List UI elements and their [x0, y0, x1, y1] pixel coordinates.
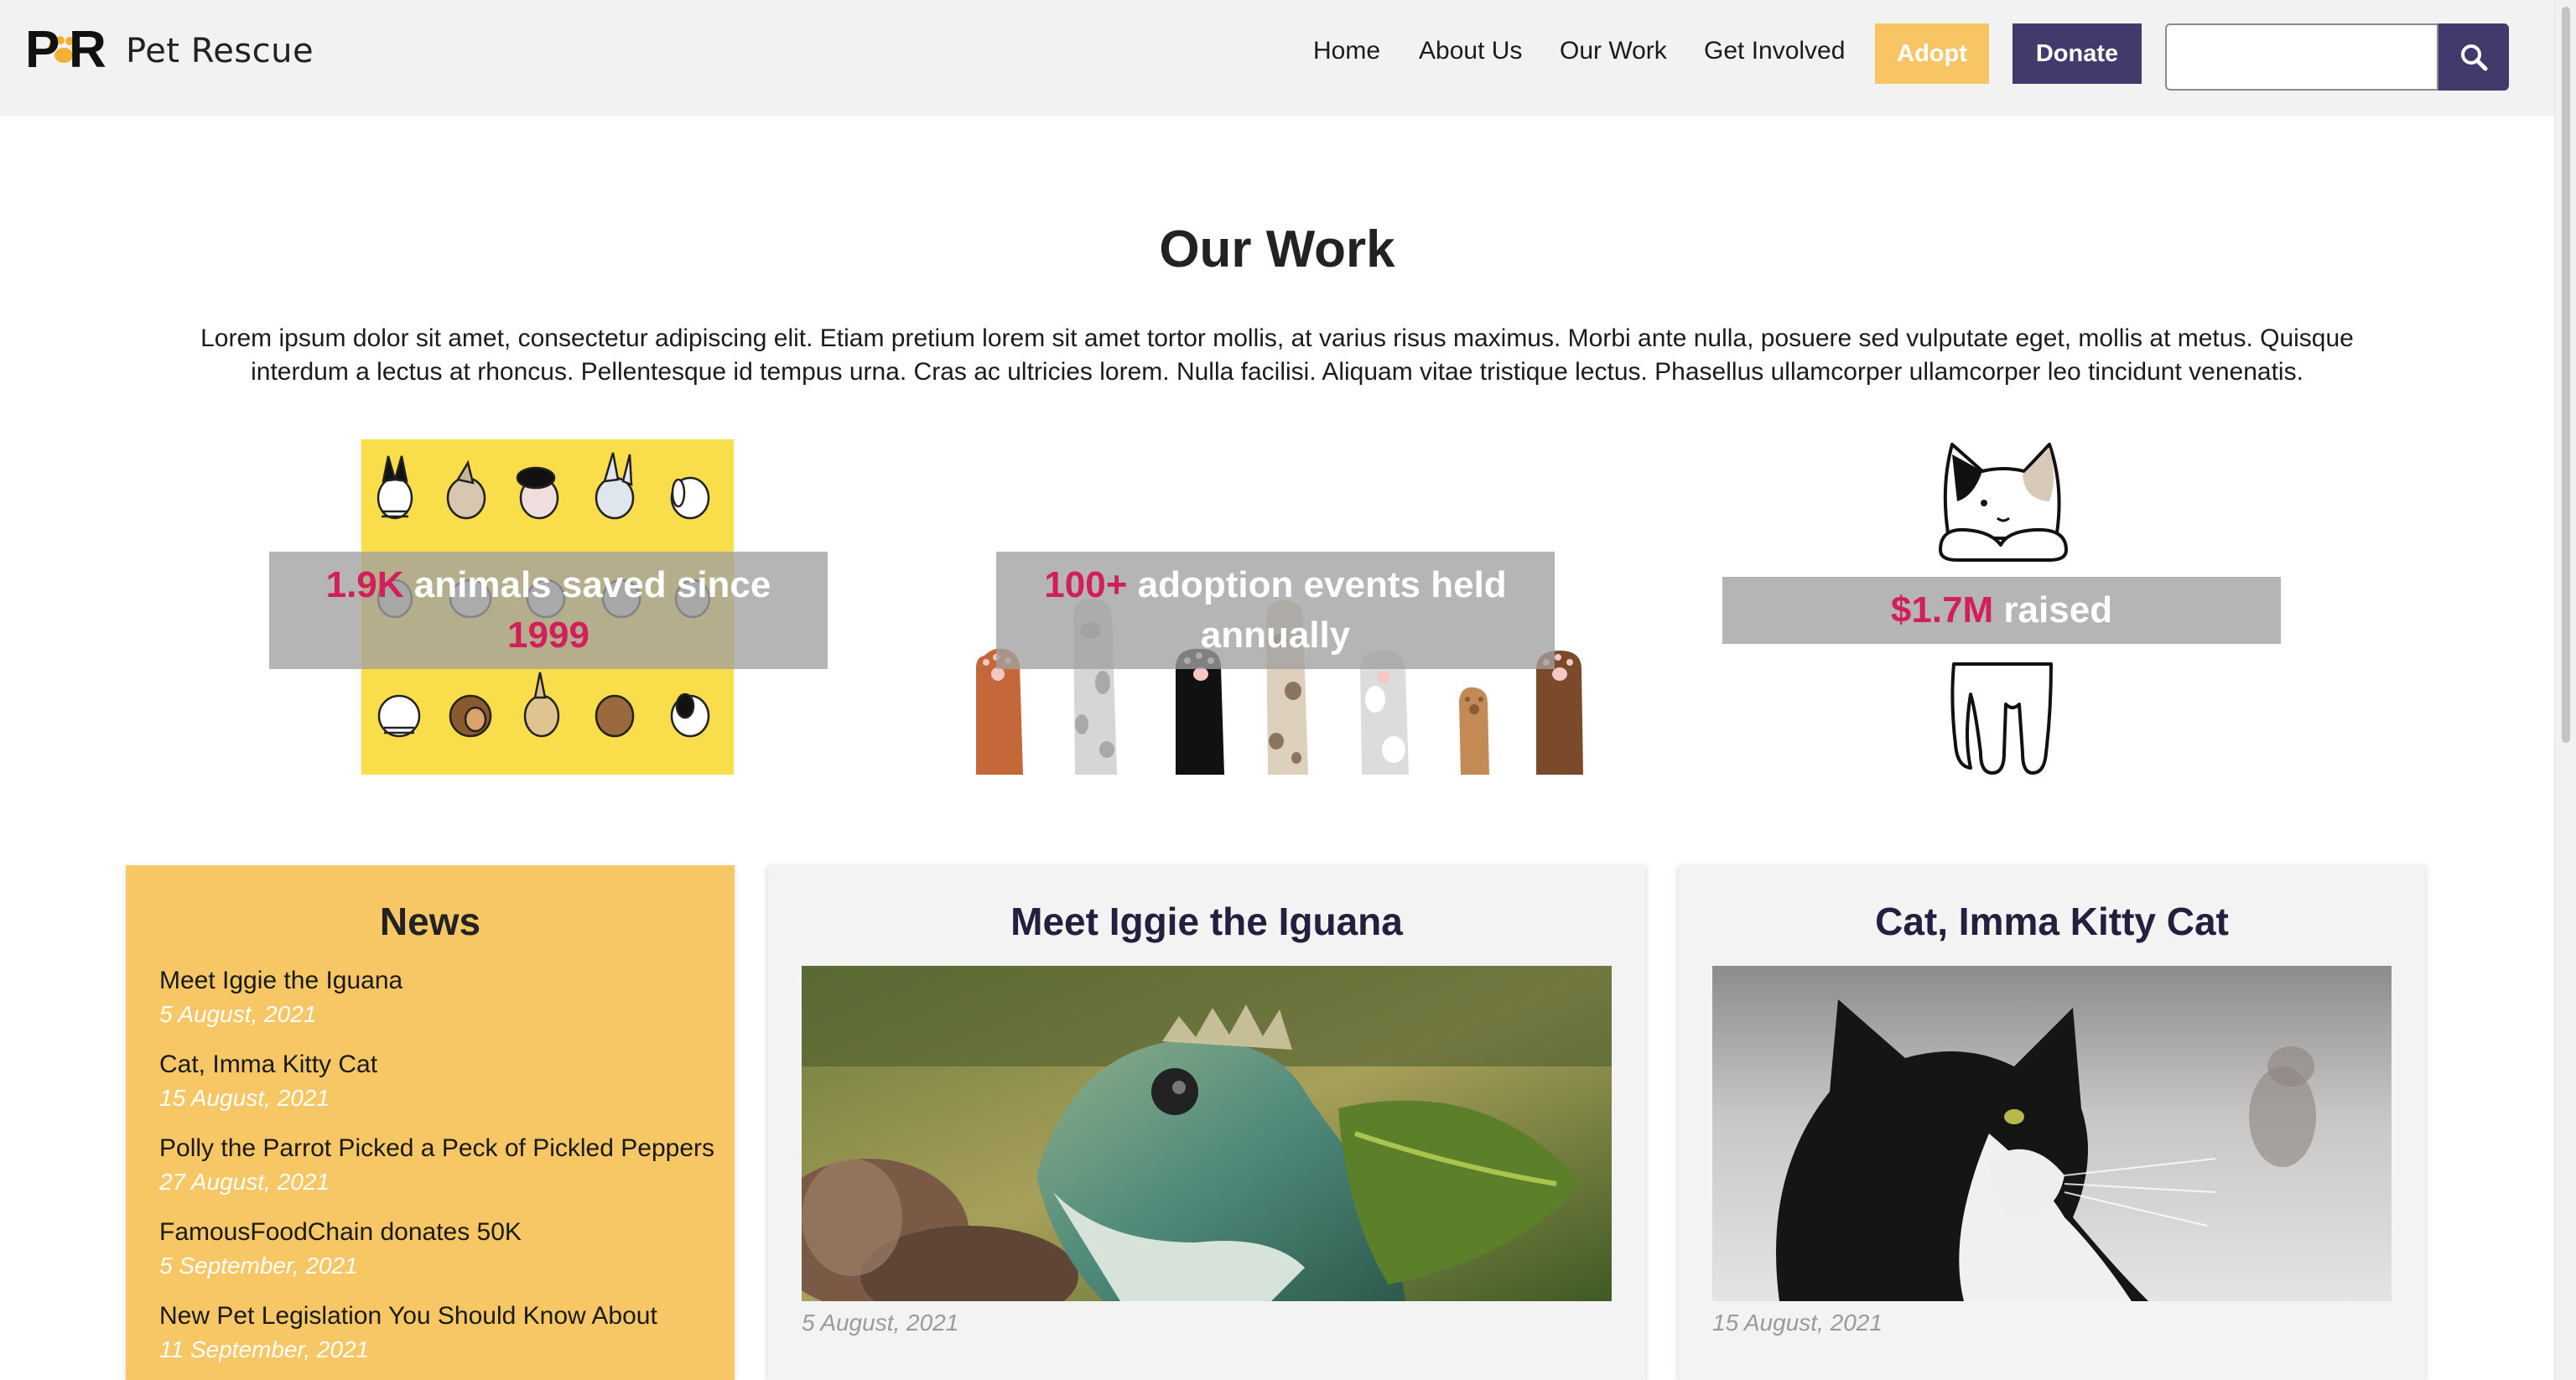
- pet-rescue-logo[interactable]: P R: [25, 20, 112, 75]
- news-item[interactable]: Meet Iggie the Iguana 5 August, 2021: [159, 964, 402, 1031]
- nav-home[interactable]: Home: [1313, 37, 1380, 65]
- search-input[interactable]: [2165, 23, 2438, 91]
- nav-get-involved[interactable]: Get Involved: [1704, 37, 1845, 65]
- site-header: P R Pet Rescue Home About Us Our Work Ge…: [0, 0, 2554, 116]
- news-item-title[interactable]: FamousFoodChain donates 50K: [159, 1216, 522, 1249]
- stat-year: 1999: [507, 615, 589, 656]
- stat-label: animals saved since: [403, 564, 771, 605]
- scrollbar-thumb[interactable]: [2562, 7, 2570, 743]
- news-item-title[interactable]: Polly the Parrot Picked a Peck of Pickle…: [159, 1132, 714, 1165]
- stat-number: 100+: [1044, 564, 1128, 605]
- news-item-date: 27 August, 2021: [159, 1169, 330, 1195]
- stat-label: adoption events held annually: [1127, 564, 1507, 656]
- stat-label: raised: [1993, 589, 2113, 630]
- search-icon: [2461, 44, 2488, 71]
- stat-raised: $1.7M raised: [1722, 577, 2281, 644]
- cat-photo: [1712, 966, 2392, 1301]
- page-title: Our Work: [1159, 220, 1395, 278]
- news-item-date: 5 September, 2021: [159, 1253, 358, 1279]
- card-title[interactable]: Meet Iggie the Iguana: [768, 899, 1645, 944]
- news-item-date: 11 September, 2021: [159, 1336, 370, 1362]
- article-card-cat[interactable]: Cat, Imma Kitty Cat 15 August, 2021: [1679, 865, 2425, 1380]
- stat-number: $1.7M: [1890, 589, 1994, 630]
- iguana-photo: [802, 966, 1612, 1301]
- intro-paragraph: Lorem ipsum dolor sit amet, consectetur …: [200, 324, 2354, 386]
- news-item[interactable]: Polly the Parrot Picked a Peck of Pickle…: [159, 1132, 714, 1199]
- page-scrollbar[interactable]: [2554, 0, 2576, 1380]
- stat-adoption-events: 100+ adoption events held annually: [996, 552, 1555, 669]
- news-item-date: 15 August, 2021: [159, 1085, 330, 1111]
- news-item[interactable]: Cat, Imma Kitty Cat 15 August, 2021: [159, 1048, 377, 1115]
- cat-legs-illustration: [1950, 662, 2053, 775]
- svg-text:P: P: [25, 21, 60, 75]
- nav-our-work[interactable]: Our Work: [1560, 37, 1667, 65]
- card-title[interactable]: Cat, Imma Kitty Cat: [1679, 899, 2425, 944]
- article-card-iguana[interactable]: Meet Iggie the Iguana 5 August, 2021: [768, 865, 1645, 1380]
- adopt-button[interactable]: Adopt: [1875, 23, 1989, 84]
- card-date: 5 August, 2021: [802, 1310, 959, 1336]
- news-item[interactable]: FamousFoodChain donates 50K 5 September,…: [159, 1216, 522, 1283]
- search-button[interactable]: [2438, 23, 2509, 91]
- brand-name[interactable]: Pet Rescue: [126, 32, 314, 70]
- stat-number: 1.9K: [325, 564, 404, 605]
- card-date: 15 August, 2021: [1712, 1310, 1883, 1336]
- news-item-title[interactable]: New Pet Legislation You Should Know Abou…: [159, 1300, 657, 1333]
- news-item-date: 5 August, 2021: [159, 1001, 317, 1027]
- cat-head-illustration: [1939, 443, 2068, 562]
- svg-text:R: R: [69, 21, 106, 75]
- donate-button[interactable]: Donate: [2012, 23, 2142, 84]
- nav-about-us[interactable]: About Us: [1419, 37, 1522, 65]
- news-item[interactable]: New Pet Legislation You Should Know Abou…: [159, 1300, 657, 1367]
- news-panel: News Meet Iggie the Iguana 5 August, 202…: [126, 865, 735, 1380]
- news-item-title[interactable]: Cat, Imma Kitty Cat: [159, 1048, 377, 1082]
- stat-animals-saved: 1.9K animals saved since 1999: [269, 552, 828, 669]
- news-item-title[interactable]: Meet Iggie the Iguana: [159, 964, 402, 998]
- news-heading: News: [379, 900, 481, 943]
